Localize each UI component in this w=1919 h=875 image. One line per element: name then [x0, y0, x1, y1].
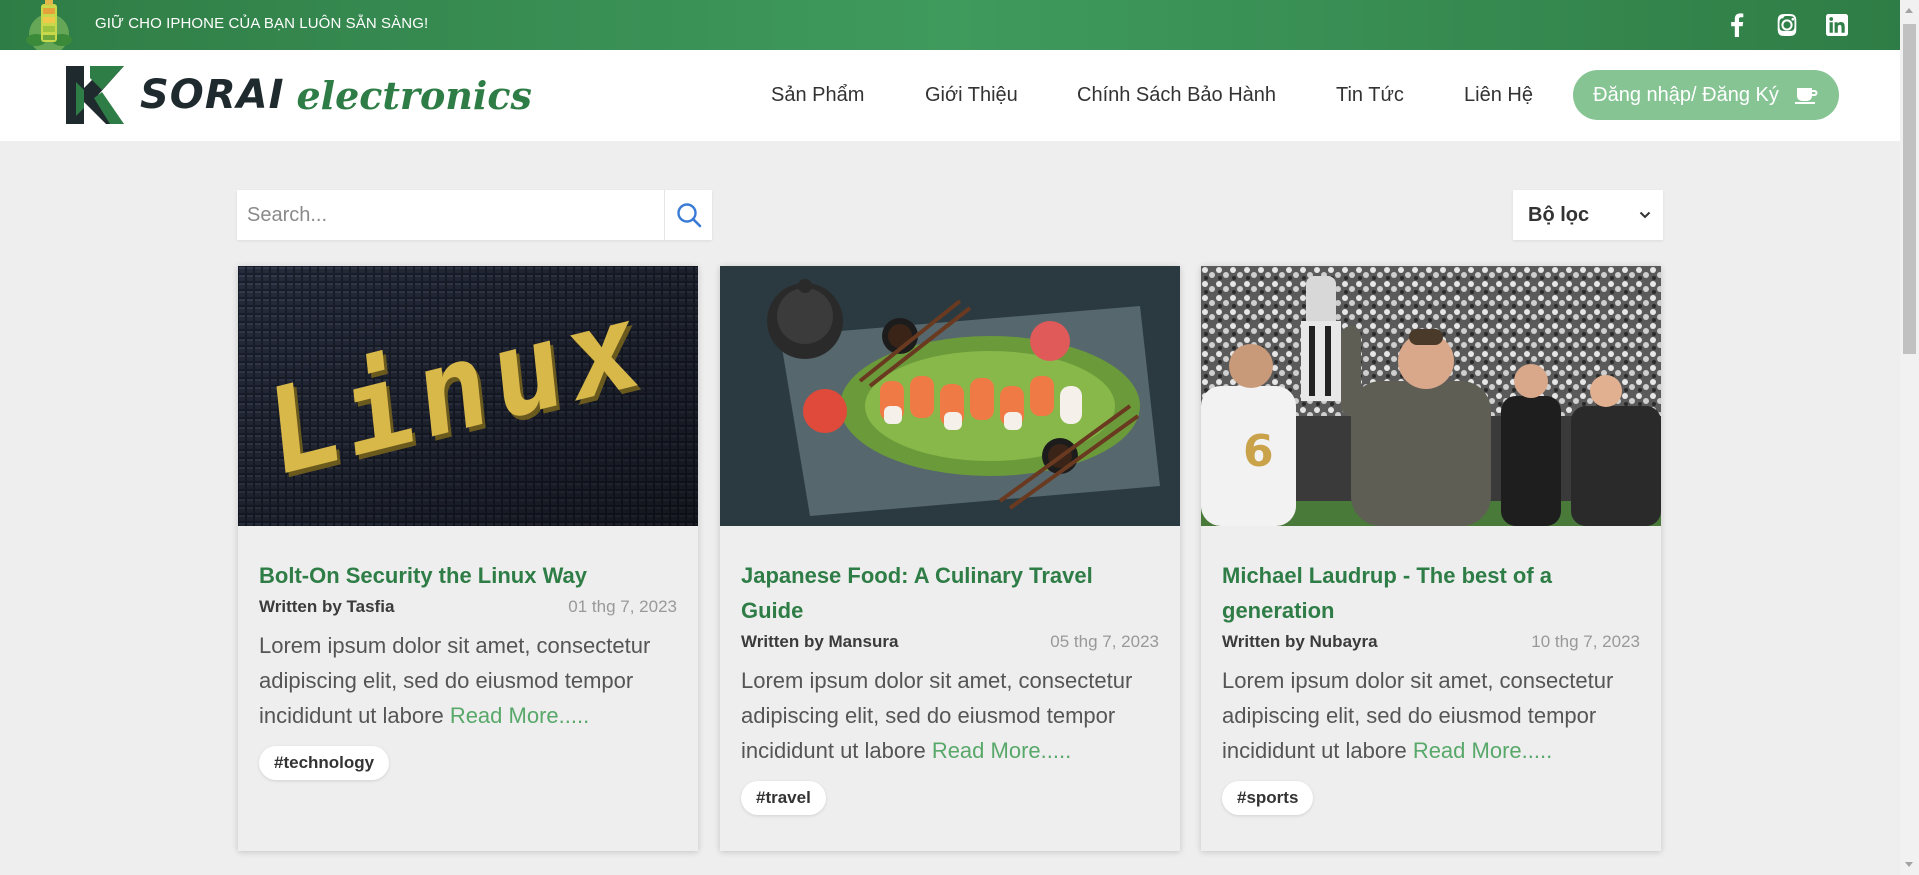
read-more-link[interactable]: Read More..... [932, 738, 1071, 763]
scroll-up-arrow-icon[interactable] [1905, 8, 1913, 13]
post-date: 05 thg 7, 2023 [1050, 632, 1159, 651]
brand-logo[interactable]: SORAI electronics [62, 62, 532, 128]
nav-news[interactable]: Tin Tức [1336, 84, 1404, 107]
read-more-link[interactable]: Read More..... [1413, 738, 1552, 763]
login-register-label: Đăng nhập/ Đăng Ký [1593, 83, 1779, 106]
nav-about[interactable]: Giới Thiệu [925, 84, 1018, 107]
cup-icon [1794, 88, 1818, 104]
post-title[interactable]: Bolt-On Security the Linux Way [259, 558, 677, 593]
brand-name: SORAI [140, 72, 285, 118]
post-author: Written by Tasfia [259, 597, 395, 616]
chevron-down-icon [1639, 211, 1651, 219]
promo-bar: GIỮ CHO IPHONE CỦA BẠN LUÔN SẴN SÀNG! [0, 0, 1900, 50]
post-card: Japanese Food: A Culinary Travel Guide W… [720, 266, 1180, 851]
search-icon [676, 203, 701, 228]
post-tag[interactable]: #travel [741, 781, 826, 815]
scroll-down-arrow-icon[interactable] [1905, 862, 1913, 867]
post-card: 6 Michael Laudrup - The best of a genera… [1201, 266, 1661, 851]
post-excerpt: Lorem ipsum dolor sit amet, consectetur … [259, 628, 677, 733]
site-header: SORAI electronics Sản Phẩm Giới Thiệu Ch… [0, 50, 1900, 141]
brand-tagline: electronics [296, 72, 532, 118]
sorai-logo-icon [66, 66, 124, 124]
read-more-link[interactable]: Read More..... [450, 703, 589, 728]
battery-logo-icon [26, 0, 72, 50]
filter-label: Bộ lọc [1528, 203, 1590, 226]
nav-products[interactable]: Sản Phẩm [771, 84, 864, 107]
filter-select[interactable]: Bộ lọc [1513, 190, 1663, 240]
linux-image[interactable]: Linux Linux [238, 266, 698, 526]
search-input[interactable] [237, 190, 664, 240]
scrollbar-thumb[interactable] [1903, 24, 1916, 354]
post-title[interactable]: Japanese Food: A Culinary Travel Guide [741, 558, 1159, 628]
post-author: Written by Mansura [741, 632, 899, 651]
search-button[interactable] [664, 190, 712, 240]
post-excerpt: Lorem ipsum dolor sit amet, consectetur … [1222, 663, 1640, 768]
login-register-button[interactable]: Đăng nhập/ Đăng Ký [1573, 70, 1839, 120]
post-excerpt: Lorem ipsum dolor sit amet, consectetur … [741, 663, 1159, 768]
nav-contact[interactable]: Liên Hệ [1464, 84, 1533, 107]
post-tag[interactable]: #technology [259, 746, 390, 780]
linkedin-icon[interactable] [1825, 13, 1849, 37]
post-date: 01 thg 7, 2023 [568, 597, 677, 616]
sushi-image[interactable] [720, 266, 1180, 526]
post-tag[interactable]: #sports [1222, 781, 1314, 815]
promo-text: GIỮ CHO IPHONE CỦA BẠN LUÔN SẴN SÀNG! [95, 15, 429, 32]
instagram-icon[interactable] [1775, 13, 1799, 37]
svg-text:6: 6 [1243, 426, 1274, 477]
post-title[interactable]: Michael Laudrup - The best of a generati… [1222, 558, 1640, 628]
trophy-image[interactable]: 6 [1201, 266, 1661, 526]
post-card: Linux Linux Bolt-On Security the Linux W… [238, 266, 698, 851]
search-box [237, 190, 712, 240]
post-author: Written by Nubayra [1222, 632, 1378, 651]
page-scrollbar[interactable] [1900, 0, 1919, 875]
nav-warranty-policy[interactable]: Chính Sách Bảo Hành [1077, 84, 1276, 107]
facebook-icon[interactable] [1725, 13, 1749, 37]
post-date: 10 thg 7, 2023 [1531, 632, 1640, 651]
